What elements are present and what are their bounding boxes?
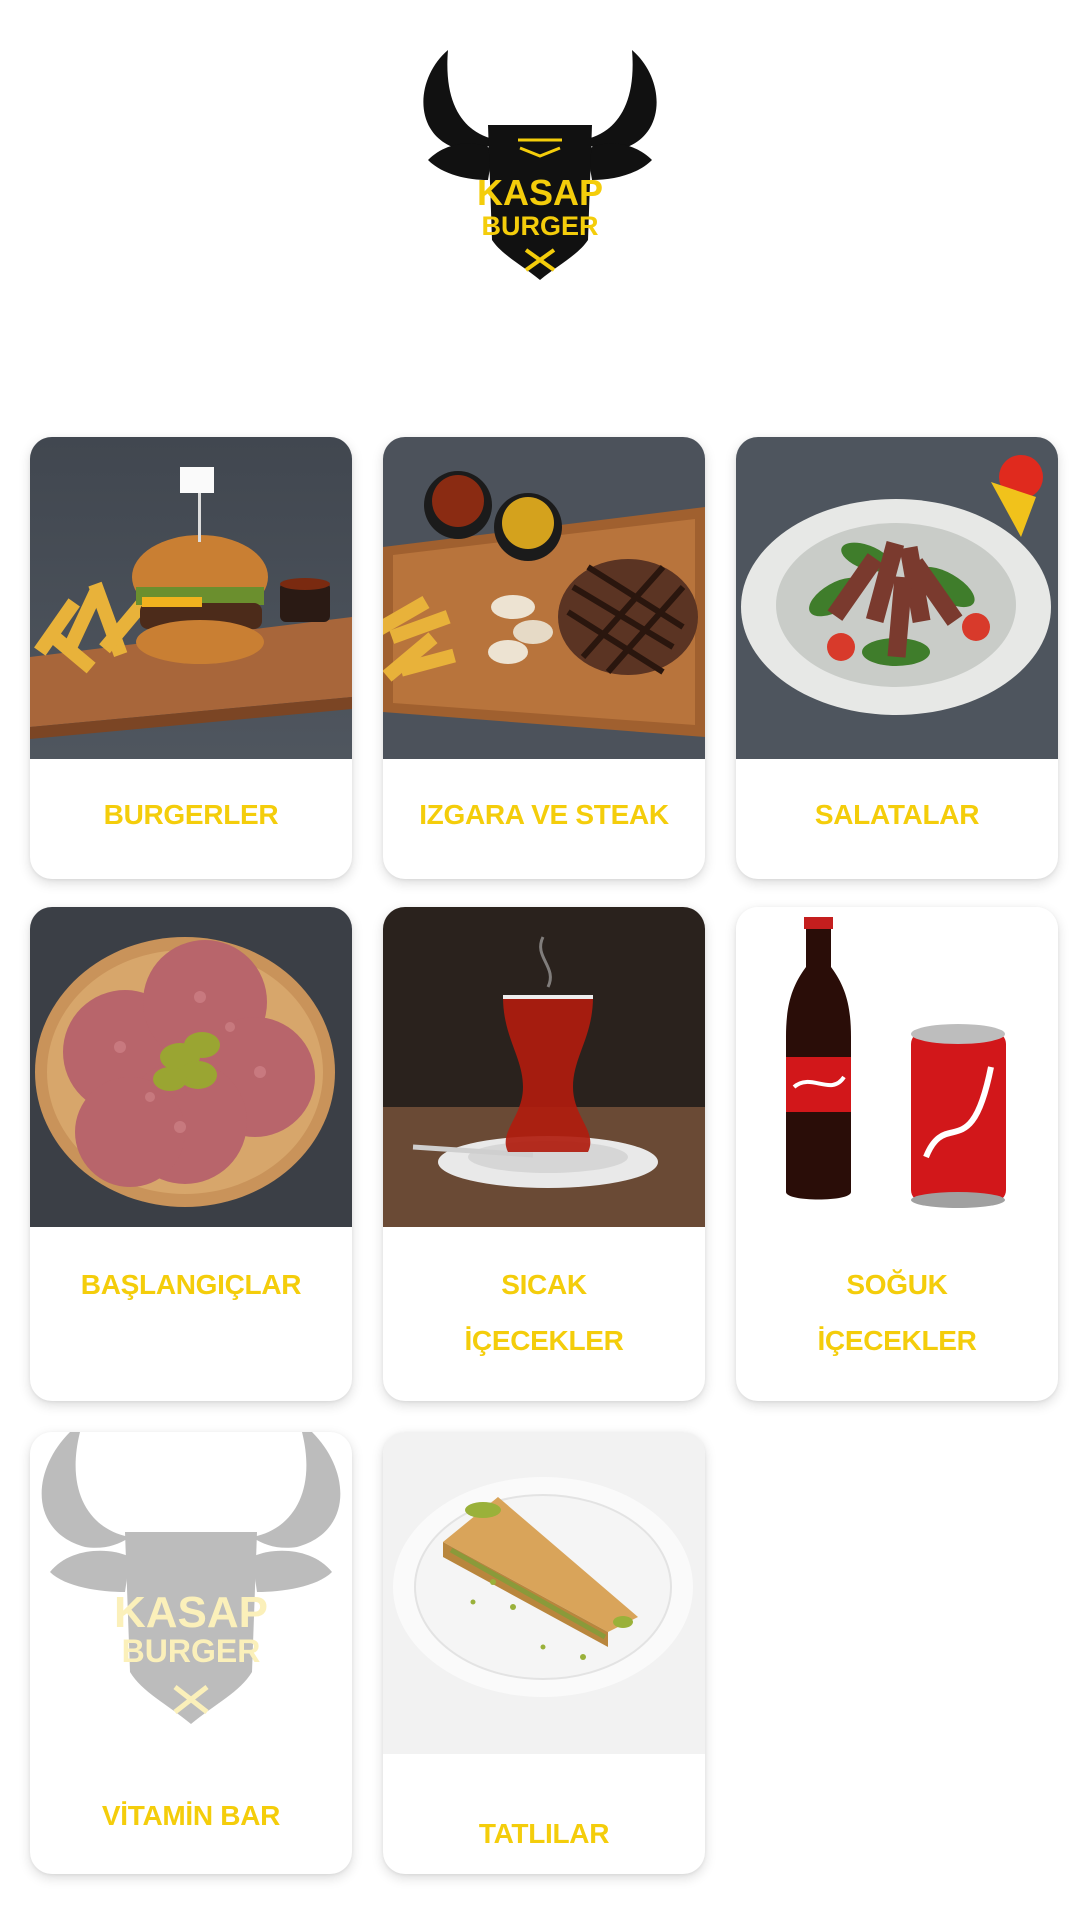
category-card-salatalar[interactable]: SALATALAR (736, 437, 1058, 879)
category-label-line1: SOĞUK (846, 1269, 948, 1300)
turkish-tea-icon (383, 907, 705, 1227)
category-label: VİTAMİN BAR (101, 1800, 281, 1831)
cola-bottle-and-can-icon (736, 907, 1058, 1227)
category-label-line1: SICAK (501, 1269, 587, 1300)
salami-plate-icon (30, 907, 352, 1227)
category-label-line2: İÇECEKLER (464, 1325, 624, 1356)
category-label: BAŞLANGIÇLAR (80, 1269, 302, 1300)
placeholder-logo-text-kasap: KASAP (114, 1588, 268, 1637)
category-card-izgara-ve-steak[interactable]: IZGARA VE STEAK (383, 437, 705, 879)
steak-salad-icon (736, 437, 1058, 759)
category-label: SOĞUK İÇECEKLER (736, 1257, 1058, 1369)
category-card-vitamin-bar[interactable]: KASAP BURGER VİTAMİN BAR (30, 1432, 352, 1874)
grilled-steak-icon (383, 437, 705, 759)
kasap-burger-placeholder-logo-icon: KASAP BURGER (30, 1432, 352, 1754)
category-label: SICAK İÇECEKLER (383, 1257, 705, 1369)
logo-text-burger: BURGER (481, 211, 598, 241)
burger-with-fries-icon (30, 437, 352, 759)
menu-page: KASAP BURGER BURGERLER IZGARA VE STEAK S… (0, 0, 1080, 1920)
category-label: BURGERLER (103, 799, 279, 830)
category-card-soguk-icecekler[interactable]: SOĞUK İÇECEKLER (736, 907, 1058, 1401)
kasap-burger-logo: KASAP BURGER (408, 40, 672, 288)
logo-text-kasap: KASAP (477, 172, 603, 213)
placeholder-logo-text-burger: BURGER (122, 1633, 261, 1669)
category-label: SALATALAR (814, 799, 980, 830)
category-label: IZGARA VE STEAK (419, 799, 669, 830)
category-card-baslangiclar[interactable]: BAŞLANGIÇLAR (30, 907, 352, 1401)
category-card-tatlilar[interactable]: TATLILAR (383, 1432, 705, 1874)
category-card-sicak-icecekler[interactable]: SICAK İÇECEKLER (383, 907, 705, 1401)
category-label: TATLILAR (478, 1818, 610, 1849)
category-label-line2: İÇECEKLER (817, 1325, 977, 1356)
baklava-icon (383, 1432, 705, 1754)
category-card-burgerler[interactable]: BURGERLER (30, 437, 352, 879)
